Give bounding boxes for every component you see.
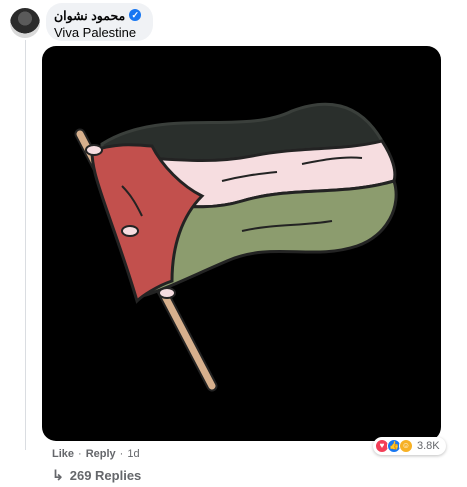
replies-label: 269 Replies bbox=[69, 468, 142, 483]
flag-tie-bottom bbox=[158, 287, 176, 299]
reply-arrow-icon: ↳ bbox=[52, 467, 64, 483]
flag-tie-top bbox=[85, 144, 103, 156]
timestamp[interactable]: 1d bbox=[127, 448, 139, 460]
verified-icon: ✓ bbox=[129, 9, 142, 21]
like-link[interactable]: Like bbox=[52, 448, 74, 460]
separator: · bbox=[119, 448, 124, 460]
reaction-count: 3.8K bbox=[417, 440, 440, 452]
comment-image[interactable] bbox=[42, 46, 441, 441]
reactions-summary[interactable]: ♥ 👍 ☺ 3.8K bbox=[373, 437, 446, 455]
palestine-flag-illustration bbox=[74, 102, 398, 392]
comment-bubble: محمود نشوان ✓ Viva Palestine bbox=[46, 3, 154, 41]
comment-actions: Like · Reply · 1d bbox=[52, 448, 140, 460]
view-replies-button[interactable]: ↳ 269 Replies bbox=[52, 467, 141, 484]
avatar[interactable] bbox=[10, 8, 40, 38]
comment-text: Viva Palestine bbox=[54, 25, 137, 40]
care-icon: ☺ bbox=[399, 439, 413, 453]
author-name[interactable]: محمود نشوان bbox=[54, 8, 125, 23]
flag-tie-middle bbox=[121, 225, 139, 237]
separator: · bbox=[78, 448, 82, 460]
thread-line bbox=[25, 40, 26, 450]
reply-link[interactable]: Reply bbox=[86, 448, 116, 460]
author-row: محمود نشوان ✓ bbox=[54, 7, 142, 23]
